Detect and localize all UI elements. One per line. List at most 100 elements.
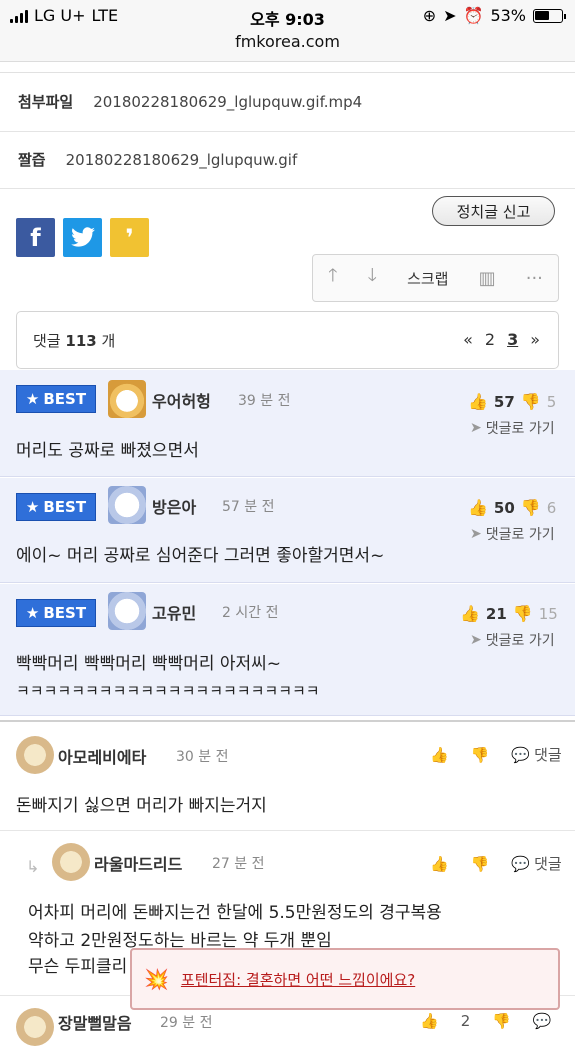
comment-actions: 👍 👎 💬 댓글 xyxy=(430,744,562,765)
goto-comment-link[interactable]: ➤ 댓글로 가기 xyxy=(470,418,555,438)
reply-button[interactable]: 💬 댓글 xyxy=(511,853,561,874)
divider xyxy=(0,131,575,132)
best-badge: ★ BEST xyxy=(16,385,96,413)
alarm-icon: ⏰ xyxy=(463,6,484,25)
scroll-down-icon[interactable]: 🡓 xyxy=(368,263,377,293)
avatar[interactable] xyxy=(52,843,90,881)
scroll-up-icon[interactable]: 🡑 xyxy=(328,263,337,293)
comment-actions: 👍 👎 💬 댓글 xyxy=(430,853,562,874)
report-political-button[interactable]: 정치글 신고 xyxy=(432,196,555,226)
best-badge: ★ BEST xyxy=(16,599,96,627)
attachment-thumb-row: 짤즙 20180228180629_lglupquw.gif xyxy=(18,149,297,170)
thumbs-down-icon[interactable]: 👎 xyxy=(513,604,533,623)
avatar[interactable] xyxy=(108,592,146,630)
thumbs-down-icon[interactable]: 👎 xyxy=(471,855,490,873)
divider xyxy=(0,188,575,189)
comment-count-bar: 댓글 113 개 « 2 3 » xyxy=(16,311,559,369)
attachment-section: 첨부파일 20180228180629_lglupquw.gif.mp4 짤즙 … xyxy=(0,72,575,190)
speech-bubble-icon: 💬 xyxy=(511,745,531,764)
first-page-button[interactable]: « xyxy=(463,330,473,349)
comment-text: 돈빠지기 싫으면 머리가 빠지는거지 xyxy=(16,796,267,816)
best-badge-label: BEST xyxy=(43,604,87,622)
goto-comment-link[interactable]: ➤ 댓글로 가기 xyxy=(470,524,555,544)
thumbs-up-icon[interactable]: 👍 xyxy=(420,1012,439,1030)
comment-author[interactable]: 우어허헝 xyxy=(152,388,211,412)
thumbs-down-icon[interactable]: 👎 xyxy=(492,1012,511,1030)
more-icon[interactable]: ··· xyxy=(526,268,543,289)
status-bar: LG U+ LTE 오후 9:03 ⊕ ➤ ⏰ 53% fmkorea.com xyxy=(0,0,575,62)
reply-button[interactable]: 💬 댓글 xyxy=(511,744,561,765)
comment-text-line2: ㅋㅋㅋㅋㅋㅋㅋㅋㅋㅋㅋㅋㅋㅋㅋㅋㅋㅋㅋㅋㅋㅋ xyxy=(16,682,320,700)
scrap-button[interactable]: 스크랩 xyxy=(407,268,448,289)
comment-author[interactable]: 라울마드리드 xyxy=(94,851,182,875)
comment-text: 머리도 공짜로 빠졌으면서 xyxy=(16,441,199,461)
goto-label: 댓글로 가기 xyxy=(485,633,555,649)
address-bar-url[interactable]: fmkorea.com xyxy=(0,32,575,51)
kakao-share-button[interactable]: ❜ xyxy=(110,218,149,257)
burst-icon: 💥 xyxy=(144,967,169,991)
comment-time: 29 분 전 xyxy=(160,1015,213,1031)
thumbs-up-icon[interactable]: 👍 xyxy=(460,604,480,623)
best-comment: ★ BEST 방은아 57 분 전 👍 50 👎 6 ➤ 댓글로 가기 에이~ 머리 공… xyxy=(0,478,575,583)
thumbs-down-icon[interactable]: 👎 xyxy=(521,498,541,517)
next-page-button[interactable]: » xyxy=(530,330,540,349)
goto-comment-link[interactable]: ➤ 댓글로 가기 xyxy=(470,630,555,650)
share-buttons: f ❜ xyxy=(16,218,149,257)
comment-author[interactable]: 아모레비에타 xyxy=(58,744,146,768)
comment-time: 27 분 전 xyxy=(212,856,265,872)
thumbs-up-icon[interactable]: 👍 xyxy=(430,855,449,873)
reply-label: 댓글 xyxy=(534,746,562,764)
speech-bubble-icon: 💬 xyxy=(532,1012,552,1030)
thumbs-down-icon[interactable]: 👎 xyxy=(521,392,541,411)
attachment-file-link[interactable]: 20180228180629_lglupquw.gif.mp4 xyxy=(93,93,362,111)
downvote-count: 15 xyxy=(538,604,558,623)
comment-author[interactable]: 방은아 xyxy=(152,494,196,518)
comment-text: 에이~ 머리 공짜로 심어준다 그러면 좋아할거면서~ xyxy=(16,546,385,566)
attachment-file-row: 첨부파일 20180228180629_lglupquw.gif.mp4 xyxy=(18,91,362,112)
battery-percent: 53% xyxy=(490,6,526,25)
hot-post-link[interactable]: 포텐터짐: 결혼하면 어떤 느낌이에요? xyxy=(181,969,415,990)
facebook-icon: f xyxy=(30,223,41,252)
vote-group: 👍 21 👎 15 xyxy=(460,604,558,623)
send-arrow-icon: ➤ xyxy=(470,526,482,542)
downvote-count: 5 xyxy=(546,392,557,411)
best-badge-label: BEST xyxy=(43,498,87,516)
comment-author[interactable]: 장말뻘말음 xyxy=(58,1010,132,1034)
avatar[interactable] xyxy=(108,380,146,418)
send-arrow-icon: ➤ xyxy=(470,420,482,436)
best-badge: ★ BEST xyxy=(16,493,96,521)
comment-actions: 👍 2 👎 💬 xyxy=(420,1012,552,1030)
twitter-share-button[interactable] xyxy=(63,218,102,257)
location-icon: ➤ xyxy=(443,6,457,25)
avatar[interactable] xyxy=(16,736,54,774)
avatar[interactable] xyxy=(108,486,146,524)
thumbs-up-icon[interactable]: 👍 xyxy=(468,392,488,411)
send-arrow-icon: ➤ xyxy=(470,632,482,648)
attachment-thumb-label: 짤즙 xyxy=(18,151,46,169)
comment-text-line3: 무슨 두피클리 xyxy=(28,957,128,977)
hot-post-popup[interactable]: 💥 포텐터짐: 결혼하면 어떤 느낌이에요? xyxy=(130,948,560,1010)
current-page[interactable]: 3 xyxy=(507,330,518,349)
reply-button[interactable]: 💬 xyxy=(533,1012,552,1030)
thumbs-down-icon[interactable]: 👎 xyxy=(471,746,490,764)
comment-count: 댓글 113 개 xyxy=(33,330,115,351)
goto-label: 댓글로 가기 xyxy=(485,527,555,543)
comment-text: 빡빡머리 빡빡머리 빡빡머리 아저씨~ xyxy=(16,654,282,674)
best-badge-label: BEST xyxy=(43,390,87,408)
thumbs-up-icon[interactable]: 👍 xyxy=(430,746,449,764)
comment-author[interactable]: 고유민 xyxy=(152,600,196,624)
star-icon: ★ xyxy=(25,498,40,516)
best-comment: ★ BEST 고유민 2 시간 전 👍 21 👎 15 ➤ 댓글로 가기 빡빡머리 빡빡… xyxy=(0,584,575,716)
stats-icon[interactable]: ▥ xyxy=(479,268,496,289)
comment-count-suffix: 개 xyxy=(101,332,116,350)
vote-group: 👍 57 👎 5 xyxy=(468,392,556,411)
comment-count-prefix: 댓글 xyxy=(33,332,61,350)
thumbs-up-icon[interactable]: 👍 xyxy=(468,498,488,517)
attachment-thumb-link[interactable]: 20180228180629_lglupquw.gif xyxy=(66,151,298,169)
page-link[interactable]: 2 xyxy=(485,330,495,349)
comment-time: 30 분 전 xyxy=(176,749,229,765)
facebook-share-button[interactable]: f xyxy=(16,218,55,257)
vote-group: 👍 50 👎 6 xyxy=(468,498,556,517)
best-comment: ★ BEST 우어허헝 39 분 전 👍 57 👎 5 ➤ 댓글로 가기 머리도 공짜로… xyxy=(0,370,575,477)
avatar[interactable] xyxy=(16,1008,54,1046)
